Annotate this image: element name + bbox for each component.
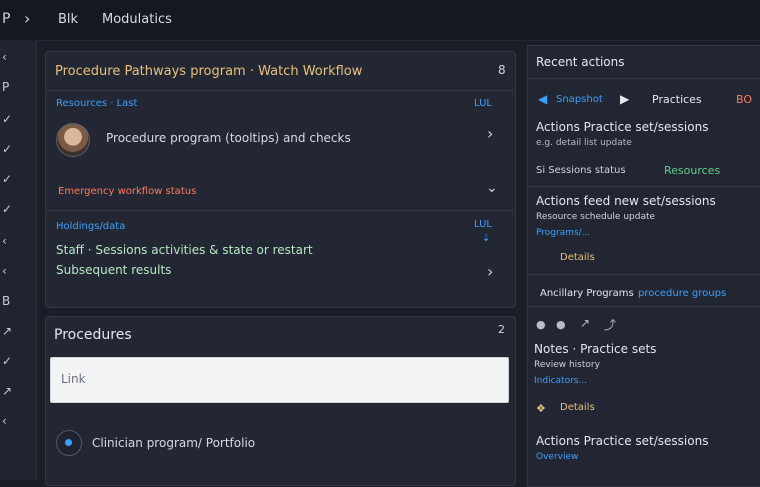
section-label: Holdings/data [56, 221, 126, 232]
divider [46, 90, 514, 91]
rail-check-icon[interactable]: ✓ [2, 202, 30, 216]
breadcrumb-item[interactable]: Blk [58, 12, 78, 27]
input-placeholder: Link [61, 372, 86, 386]
divider [528, 186, 760, 187]
rail-check-icon[interactable]: ✓ [2, 172, 30, 186]
section-label: Emergency workflow status [58, 186, 197, 197]
entry-link[interactable]: Overview [536, 452, 578, 462]
rail-check-icon[interactable]: ✓ [2, 354, 30, 368]
status-dot-icon[interactable]: ● [536, 318, 546, 331]
list-item-text[interactable]: Procedure program (tooltips) and checks [106, 131, 351, 145]
card-title: Procedures [54, 327, 132, 343]
entry-meta: e.g. detail list update [536, 138, 632, 148]
section-label: Resources · Last [56, 98, 138, 109]
rail-check-icon[interactable]: ✓ [2, 142, 30, 156]
divider [528, 306, 760, 307]
rail-arrow-icon[interactable]: ↗ [2, 384, 30, 398]
download-icon[interactable]: ⇣ [482, 233, 490, 244]
rail-back-icon[interactable]: ‹ [2, 264, 30, 278]
chevron-right-icon[interactable]: › [24, 9, 30, 28]
chevron-right-icon[interactable]: › [487, 124, 493, 143]
rail-item-icon[interactable]: B [2, 294, 30, 308]
section-link[interactable]: procedure groups [638, 288, 726, 299]
chevron-right-icon[interactable]: › [487, 262, 493, 281]
record-icon[interactable] [56, 430, 82, 456]
rail-check-icon[interactable]: ✓ [2, 112, 30, 126]
rail-back-icon[interactable]: ‹ [2, 414, 30, 428]
entry-link[interactable]: Programs/... [536, 228, 590, 238]
entry-title[interactable]: Actions feed new set/sessions [536, 194, 716, 208]
entry-link[interactable]: Indicators... [534, 376, 587, 386]
section-right-label: LUL [474, 219, 492, 230]
right-panel [527, 45, 760, 487]
left-rail: ‹ P ✓ ✓ ✓ ✓ ‹ ‹ B ↗ ✓ ↗ ‹ [0, 40, 37, 480]
tab-bo[interactable]: BO [736, 93, 752, 106]
avatar[interactable] [56, 123, 90, 157]
entry-title[interactable]: Actions Practice set/sessions [536, 434, 708, 448]
section-right-label: LUL [474, 98, 492, 109]
export-icon[interactable]: ⤴ [604, 316, 616, 333]
status-badge: Details [560, 252, 595, 263]
divider [46, 210, 514, 211]
status-row-right[interactable]: Resources [664, 164, 720, 177]
panel-title: Recent actions [536, 55, 625, 69]
status-badge: Details [560, 402, 595, 413]
tab-snapshot[interactable]: Snapshot [556, 94, 603, 105]
card-count: 2 [498, 323, 505, 336]
main-card-count: 8 [498, 63, 506, 77]
share-icon[interactable]: ↗ [580, 316, 590, 330]
rail-item-icon[interactable]: P [2, 80, 30, 94]
play-icon[interactable]: ◀ [538, 92, 547, 106]
section-label: Ancillary Programs [540, 288, 634, 299]
top-bar: P › Blk Modulatics [0, 0, 760, 41]
status-row-left: Si Sessions status [536, 165, 626, 176]
entry-subtext: Resource schedule update [536, 212, 656, 222]
rail-back-icon[interactable]: ‹ [2, 50, 30, 64]
main-card-title: Procedure Pathways program · Watch Workf… [55, 64, 363, 79]
page-title: Modulatics [102, 12, 172, 27]
play-icon[interactable]: ▶ [620, 92, 629, 106]
tab-practices[interactable]: Practices [652, 93, 702, 106]
rail-back-icon[interactable]: ‹ [2, 234, 30, 248]
entry-title[interactable]: Notes · Practice sets [534, 342, 656, 356]
divider [528, 78, 760, 79]
rail-arrow-icon[interactable]: ↗ [2, 324, 30, 338]
status-dot-icon[interactable]: ● [556, 318, 566, 331]
tag-icon: ❖ [536, 402, 546, 415]
entry-title[interactable]: Actions Practice set/sessions [536, 120, 708, 134]
app-icon[interactable]: P [2, 11, 10, 27]
divider [528, 274, 760, 275]
footer-link[interactable]: Clinician program/ Portfolio [92, 436, 255, 450]
list-item-text[interactable]: Staff · Sessions activities & state or r… [56, 243, 313, 257]
list-item-subtext: Subsequent results [56, 263, 172, 277]
search-input[interactable]: Link [50, 357, 509, 403]
chevron-down-icon[interactable]: ⌄ [486, 180, 498, 196]
entry-meta: Review history [534, 360, 600, 370]
